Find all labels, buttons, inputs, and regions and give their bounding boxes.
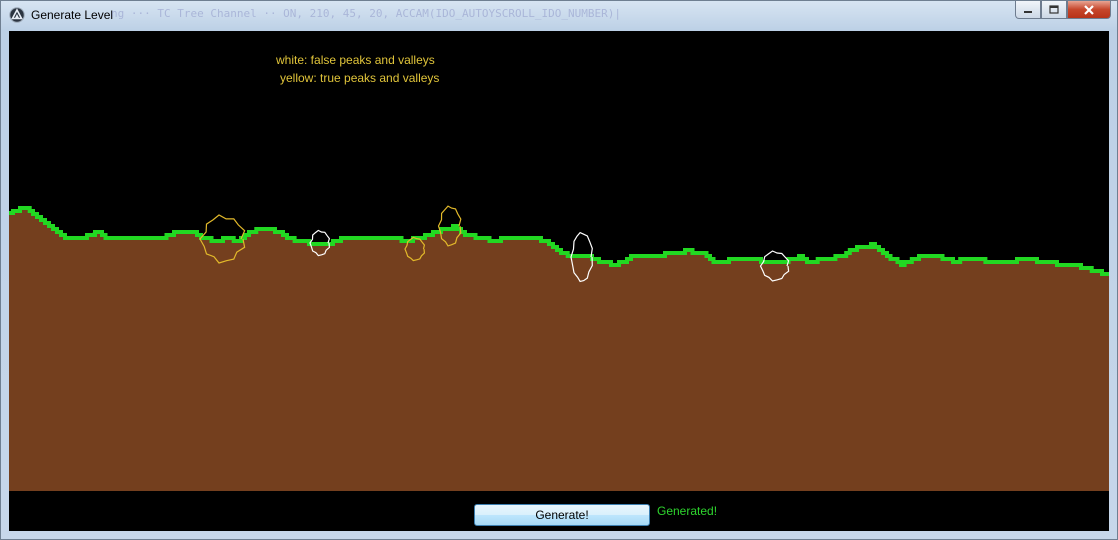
maximize-button[interactable]: [1041, 1, 1067, 19]
minimize-icon: [1024, 10, 1032, 13]
maximize-icon: [1049, 5, 1059, 14]
generate-button[interactable]: Generate!: [474, 504, 650, 526]
generate-level-window: Generate Level ng ··· TC Tree Channel ··…: [0, 0, 1118, 540]
legend-yellow: yellow: true peaks and valleys: [280, 71, 440, 85]
title-bar[interactable]: Generate Level ng ··· TC Tree Channel ··…: [1, 1, 1117, 31]
background-window-text: ng ··· TC Tree Channel ·· ON, 210, 45, 2…: [111, 7, 621, 20]
close-button[interactable]: [1067, 1, 1111, 19]
caption-buttons: [1015, 1, 1111, 21]
legend-white: white: false peaks and valleys: [276, 53, 435, 67]
level-view: white: false peaks and valleys yellow: t…: [9, 31, 1109, 531]
minimize-button[interactable]: [1015, 1, 1041, 19]
close-icon: [1084, 4, 1094, 15]
status-label: Generated!: [657, 504, 718, 518]
window-title: Generate Level: [31, 8, 114, 22]
terrain-canvas: [9, 205, 1109, 491]
app-icon: [9, 7, 25, 23]
